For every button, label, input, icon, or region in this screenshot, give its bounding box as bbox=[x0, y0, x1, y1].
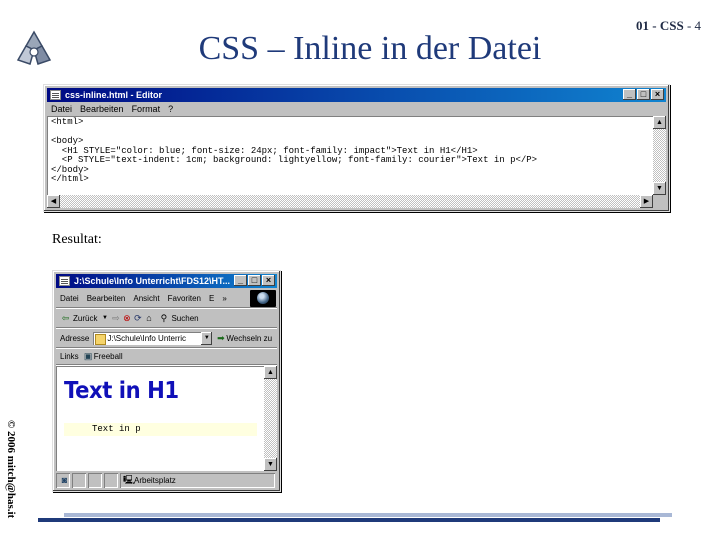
home-icon[interactable]: ⌂ bbox=[143, 313, 154, 324]
status-cell bbox=[88, 473, 102, 488]
computer-icon: 🖳 bbox=[123, 475, 136, 485]
editor-titlebar[interactable]: css-inline.html - Editor _ □ × bbox=[47, 88, 666, 102]
menu-help[interactable]: ? bbox=[164, 104, 177, 114]
menu-more-chevron[interactable]: » bbox=[218, 294, 230, 303]
chevron-down-icon: ▼ bbox=[101, 314, 108, 321]
status-bar: ◙ 🖳 Arbeitsplatz bbox=[56, 472, 277, 489]
status-page-icon: ◙ bbox=[56, 473, 70, 488]
code-line: <H1 STYLE="color: blue; font-size: 24px;… bbox=[51, 145, 478, 156]
back-button[interactable]: ⇦ Zurück ▼ bbox=[60, 313, 110, 324]
menu-extras[interactable]: E bbox=[205, 294, 218, 303]
menu-bearbeiten[interactable]: Bearbeiten bbox=[83, 294, 130, 303]
browser-titlebar[interactable]: J:\Schule\Info Unterricht\FDS12\HT... _ … bbox=[56, 274, 277, 288]
logo-icon bbox=[16, 30, 52, 65]
address-value: J:\Schule\Info Unterric bbox=[107, 333, 187, 343]
slide-number: 01 - CSS - 4 bbox=[636, 18, 701, 34]
close-button[interactable]: × bbox=[262, 275, 275, 286]
scroll-up-icon[interactable]: ▲ bbox=[653, 116, 666, 129]
scroll-down-icon[interactable]: ▼ bbox=[264, 458, 277, 471]
maximize-button[interactable]: □ bbox=[248, 275, 261, 286]
status-cell bbox=[104, 473, 118, 488]
close-button[interactable]: × bbox=[651, 89, 664, 100]
status-cell bbox=[72, 473, 86, 488]
slide-number-suffix: - 4 bbox=[686, 18, 702, 33]
links-bar: Links ▣ Freeball bbox=[56, 349, 277, 365]
menu-format[interactable]: Format bbox=[128, 104, 165, 114]
search-label: Suchen bbox=[171, 313, 199, 323]
minimize-button[interactable]: _ bbox=[623, 89, 636, 100]
address-bar: Adresse J:\Schule\Info Unterric ▼ ➡ Wech… bbox=[56, 329, 277, 348]
links-item[interactable]: Freeball bbox=[94, 352, 123, 361]
editor-menubar: Datei Bearbeiten Format ? bbox=[47, 103, 666, 115]
links-label[interactable]: Links bbox=[60, 352, 79, 361]
minimize-button[interactable]: _ bbox=[234, 275, 247, 286]
code-line: </body> bbox=[51, 164, 89, 175]
code-line: <P STYLE="text-indent: 1cm; background: … bbox=[51, 155, 538, 165]
horizontal-scrollbar[interactable]: ◀ ▶ bbox=[47, 195, 653, 208]
rendered-p: Text in p bbox=[64, 423, 257, 436]
code-line: <html> bbox=[51, 117, 84, 127]
editor-window-title: css-inline.html - Editor bbox=[65, 90, 163, 100]
address-input[interactable]: J:\Schule\Info Unterric bbox=[93, 331, 202, 345]
browser-window[interactable]: J:\Schule\Info Unterricht\FDS12\HT... _ … bbox=[52, 270, 281, 492]
vertical-scrollbar[interactable]: ▲ ▼ bbox=[264, 366, 277, 471]
back-arrow-icon: ⇦ bbox=[61, 312, 70, 323]
slide-title: CSS – Inline in der Datei bbox=[198, 30, 542, 67]
rendered-h1: Text in H1 bbox=[64, 378, 179, 404]
browser-content[interactable]: Text in H1 Text in p ▲ ▼ bbox=[56, 366, 277, 471]
address-dropdown-icon[interactable]: ▼ bbox=[201, 331, 213, 345]
result-label: Resultat: bbox=[52, 232, 102, 247]
go-arrow-icon[interactable]: ➡ bbox=[215, 333, 226, 344]
scroll-right-icon[interactable]: ▶ bbox=[640, 195, 653, 208]
editor-window[interactable]: css-inline.html - Editor _ □ × Datei Bea… bbox=[43, 84, 670, 212]
back-label: Zurück bbox=[73, 313, 98, 323]
bottom-rule bbox=[38, 513, 672, 523]
browser-menubar: Datei Bearbeiten Ansicht Favoriten E » bbox=[56, 289, 277, 308]
slide-number-prefix: 01 - CSS bbox=[636, 18, 684, 33]
menu-favoriten[interactable]: Favoriten bbox=[164, 294, 205, 303]
copyright: © 2006 mitch@has.it bbox=[3, 420, 19, 530]
stop-icon[interactable]: ⊗ bbox=[121, 313, 132, 324]
search-icon: ⚲ bbox=[160, 312, 168, 323]
search-button[interactable]: ⚲ Suchen bbox=[158, 312, 199, 324]
maximize-button[interactable]: □ bbox=[637, 89, 650, 100]
menu-bearbeiten[interactable]: Bearbeiten bbox=[76, 104, 128, 114]
ie-throbber-icon bbox=[250, 290, 276, 307]
status-zone: 🖳 Arbeitsplatz bbox=[120, 473, 275, 488]
copyright-text: © 2006 mitch@has.it bbox=[5, 420, 17, 519]
vertical-scrollbar[interactable]: ▲ ▼ bbox=[653, 116, 666, 195]
scroll-up-icon[interactable]: ▲ bbox=[264, 366, 277, 379]
code-line: <body> bbox=[51, 136, 84, 146]
menu-datei[interactable]: Datei bbox=[56, 294, 83, 303]
refresh-icon[interactable]: ⟳ bbox=[132, 313, 143, 324]
address-label: Adresse bbox=[60, 333, 90, 343]
menu-datei[interactable]: Datei bbox=[47, 104, 76, 114]
go-button[interactable]: Wechseln zu bbox=[226, 334, 272, 343]
scroll-down-icon[interactable]: ▼ bbox=[653, 182, 666, 195]
browser-toolbar: ⇦ Zurück ▼ ⇨ ⊗ ⟳ ⌂ ⚲ Suchen bbox=[56, 309, 277, 328]
link-page-icon: ▣ bbox=[83, 351, 93, 361]
menu-ansicht[interactable]: Ansicht bbox=[129, 294, 163, 303]
scroll-corner bbox=[653, 195, 666, 208]
code-line: </html> bbox=[51, 174, 89, 184]
status-zone-label: Arbeitsplatz bbox=[134, 476, 176, 485]
scroll-left-icon[interactable]: ◀ bbox=[47, 195, 60, 208]
forward-arrow-icon[interactable]: ⇨ bbox=[110, 313, 121, 324]
browser-window-title: J:\Schule\Info Unterricht\FDS12\HT... bbox=[74, 276, 231, 286]
ie-page-icon bbox=[59, 276, 70, 286]
notepad-icon bbox=[50, 90, 61, 100]
editor-code: <html> <body> <H1 STYLE="color: blue; fo… bbox=[51, 117, 538, 185]
editor-textarea[interactable]: <html> <body> <H1 STYLE="color: blue; fo… bbox=[47, 116, 666, 208]
